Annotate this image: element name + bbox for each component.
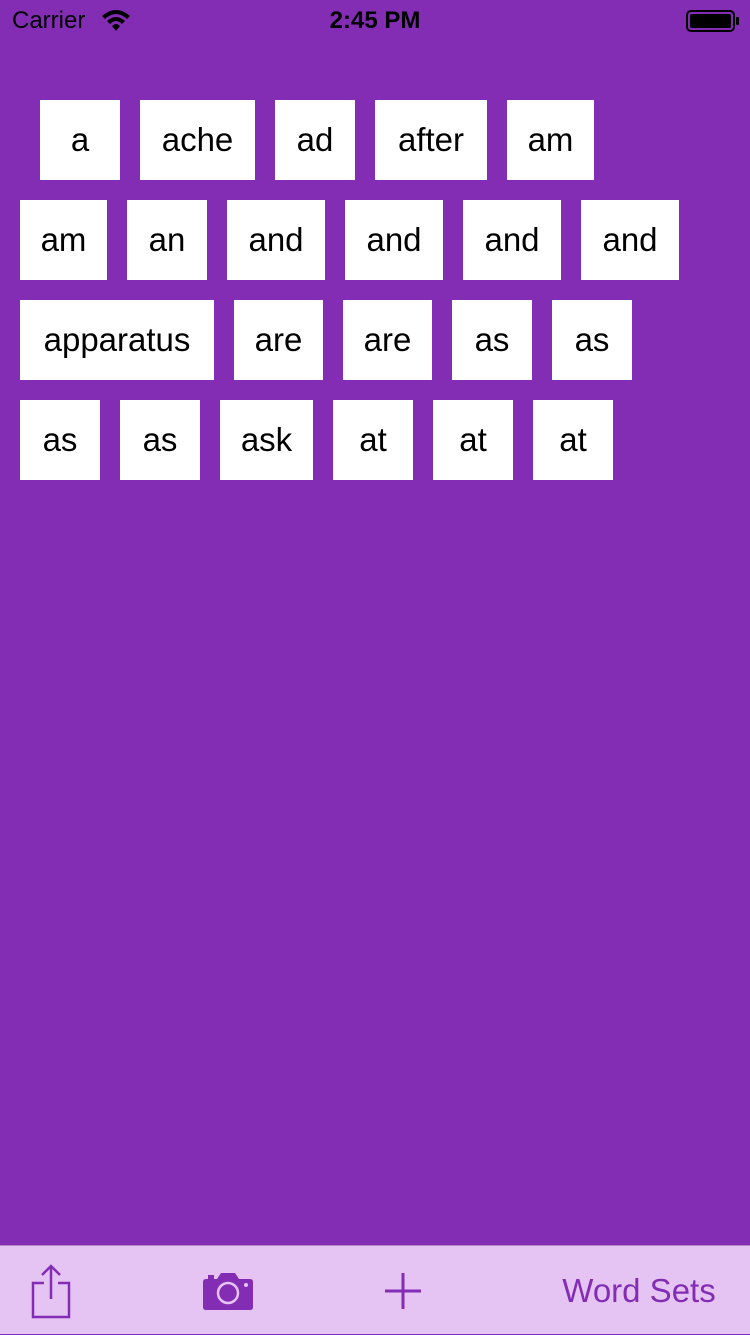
word-tile[interactable]: and: [227, 200, 325, 280]
status-time: 2:45 PM: [329, 7, 421, 34]
word-tile[interactable]: as: [20, 400, 100, 480]
status-bar: Carrier 2:45 PM: [0, 0, 750, 40]
word-tile[interactable]: ask: [220, 400, 313, 480]
word-tile[interactable]: am: [20, 200, 107, 280]
word-row: apparatus are are as as: [0, 300, 750, 380]
word-tile-grid: a ache ad after am am an and and and and…: [0, 100, 750, 500]
add-button[interactable]: [370, 1246, 436, 1335]
word-tile[interactable]: a: [40, 100, 120, 180]
word-tile[interactable]: as: [552, 300, 632, 380]
word-tile[interactable]: ache: [140, 100, 255, 180]
word-row: a ache ad after am: [0, 100, 750, 180]
word-tile[interactable]: apparatus: [20, 300, 214, 380]
word-sets-button[interactable]: Word Sets: [550, 1246, 728, 1335]
word-tile[interactable]: at: [433, 400, 513, 480]
word-tile[interactable]: an: [127, 200, 207, 280]
word-tile[interactable]: at: [333, 400, 413, 480]
word-tile[interactable]: am: [507, 100, 594, 180]
camera-button[interactable]: [195, 1246, 261, 1335]
battery-icon: [686, 10, 739, 32]
camera-icon: [203, 1272, 253, 1310]
share-button[interactable]: [18, 1246, 84, 1335]
word-tile[interactable]: ad: [275, 100, 355, 180]
bottom-toolbar: Word Sets: [0, 1245, 750, 1334]
plus-icon: [385, 1272, 421, 1309]
word-tile[interactable]: at: [533, 400, 613, 480]
word-tile[interactable]: are: [343, 300, 432, 380]
word-tile[interactable]: and: [581, 200, 679, 280]
word-tile[interactable]: and: [463, 200, 561, 280]
word-tile[interactable]: and: [345, 200, 443, 280]
word-tile[interactable]: after: [375, 100, 487, 180]
share-icon: [31, 1263, 71, 1318]
word-row: am an and and and and: [0, 200, 750, 280]
word-row: as as ask at at at: [0, 400, 750, 480]
word-tile[interactable]: are: [234, 300, 323, 380]
word-tile[interactable]: as: [120, 400, 200, 480]
word-tile[interactable]: as: [452, 300, 532, 380]
